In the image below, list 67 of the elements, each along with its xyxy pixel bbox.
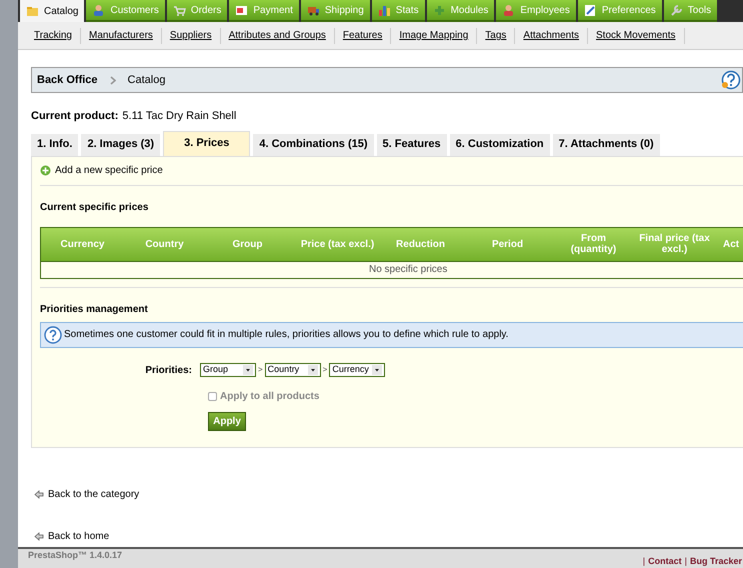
- footer-link[interactable]: Bug Tracker: [690, 556, 742, 567]
- add-icon: [40, 165, 51, 176]
- bar-chart-icon: [378, 4, 391, 16]
- hint-text: Sometimes one customer could fit in multiple rules, priorities allows you to define which rule to apply.: [64, 328, 508, 342]
- empty-message: No specific prices: [369, 263, 448, 277]
- pencil-icon: [584, 4, 597, 16]
- separator-text: >: [322, 364, 328, 376]
- back-link[interactable]: Back to home: [48, 528, 110, 544]
- product-tab[interactable]: 6. Customization: [450, 134, 550, 156]
- priorities-label: Priorities:: [144, 364, 193, 378]
- submenu-link[interactable]: Image Mapping: [399, 28, 468, 43]
- back-link[interactable]: Back to the category: [48, 486, 140, 502]
- column-header: Price (tax excl.): [300, 238, 376, 250]
- folder-icon: [26, 4, 39, 18]
- dropdown[interactable]: Currency: [329, 363, 386, 377]
- column-header: Country: [144, 238, 185, 250]
- submenu-link[interactable]: Tags: [485, 28, 506, 43]
- separator-text: |: [684, 556, 687, 567]
- version-text: PrestaShop™ 1.4.0.17: [28, 550, 122, 561]
- breadcrumb-current: Catalog: [128, 72, 166, 88]
- back-arrow-icon: [34, 532, 44, 540]
- caret-icon: [308, 365, 318, 375]
- card-icon: [235, 4, 248, 16]
- dropdown[interactable]: Country: [264, 363, 321, 377]
- submenu-link[interactable]: Tracking: [34, 28, 72, 43]
- product-tab[interactable]: 1. Info.: [31, 134, 78, 156]
- submenu-link[interactable]: Attachments: [523, 28, 580, 43]
- product-name: 5.11 Tac Dry Rain Shell: [122, 109, 236, 124]
- back-arrow-icon: [34, 490, 44, 498]
- column-header: Group: [232, 238, 264, 250]
- submenu-link[interactable]: Stock Movements: [596, 28, 676, 43]
- submenu-link[interactable]: Manufacturers: [88, 28, 153, 43]
- wrench-icon: [670, 4, 683, 16]
- submenu-link[interactable]: Attributes and Groups: [228, 28, 326, 43]
- help-icon: [44, 326, 62, 344]
- product-tab[interactable]: 3. Prices: [163, 130, 250, 156]
- add-price-link[interactable]: Add a new specific price: [55, 163, 163, 178]
- checkbox[interactable]: [208, 392, 217, 400]
- person-icon: [502, 4, 516, 16]
- column-header: Act: [722, 238, 740, 252]
- dropdown[interactable]: Group: [200, 363, 256, 377]
- footer-link[interactable]: Contact: [648, 556, 682, 567]
- product-tab[interactable]: 4. Combinations (15): [253, 134, 374, 156]
- column-header: From (quantity): [570, 233, 618, 255]
- product-tab[interactable]: 2. Images (3): [81, 134, 160, 156]
- breadcrumb-link[interactable]: Back Office: [37, 72, 98, 88]
- submenu-link[interactable]: Suppliers: [170, 28, 212, 43]
- column-header: Final price (tax excl.): [638, 233, 711, 255]
- cart-icon: [172, 4, 186, 16]
- product-tab[interactable]: 7. Attachments (0): [552, 134, 660, 156]
- help-icon[interactable]: [721, 70, 741, 90]
- caret-icon: [372, 365, 382, 375]
- checkbox-label: Apply to all products: [220, 390, 320, 404]
- section-title: Priorities management: [40, 302, 149, 316]
- column-header: Period: [490, 238, 524, 250]
- submenu-link[interactable]: Features: [342, 28, 382, 43]
- separator-text: >: [258, 364, 263, 376]
- chevron-icon: [110, 76, 116, 84]
- caret-icon: [243, 365, 253, 375]
- product-label: Current product:: [31, 109, 118, 124]
- separator-text: |: [642, 556, 646, 567]
- column-header: Reduction: [395, 238, 446, 250]
- section-title: Current specific prices: [40, 200, 150, 214]
- column-header: Currency: [60, 238, 106, 250]
- product-tab[interactable]: 5. Features: [376, 134, 447, 156]
- menu-tab[interactable]: Catalog: [20, 0, 84, 22]
- person-icon: [92, 4, 106, 16]
